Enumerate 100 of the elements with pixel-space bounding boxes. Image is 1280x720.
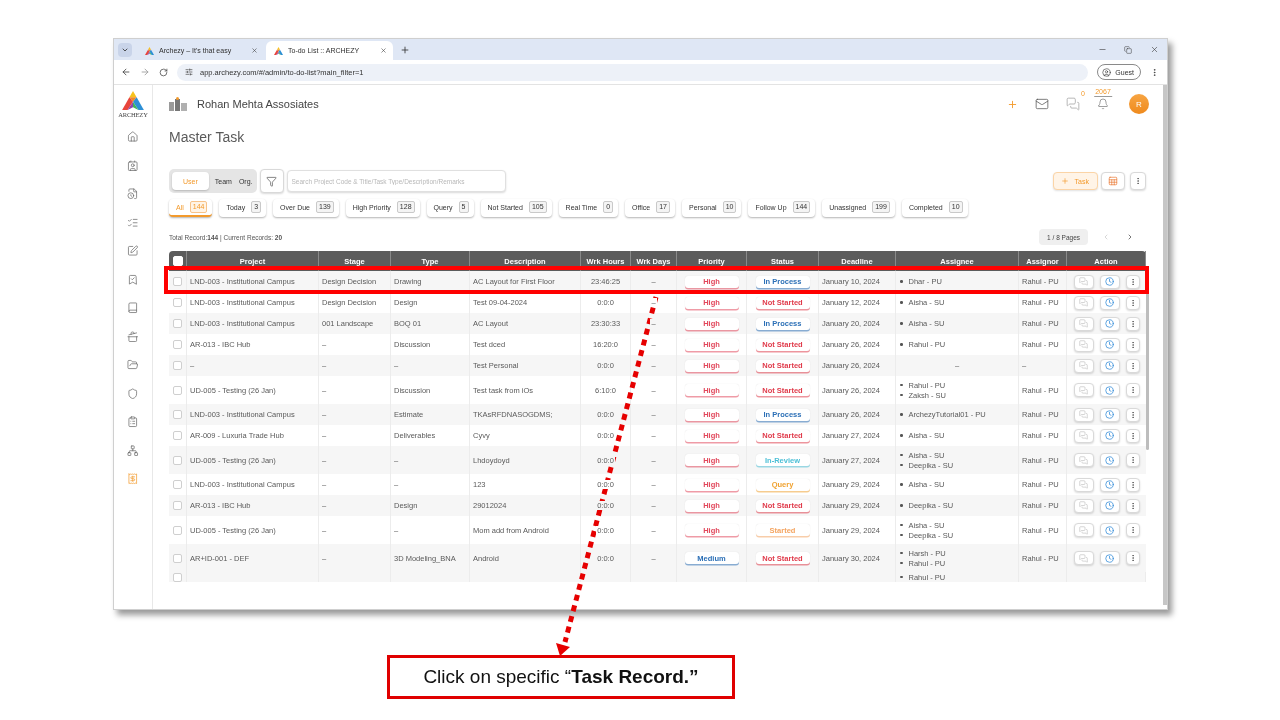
- row-checkbox[interactable]: [173, 501, 182, 510]
- comments-button[interactable]: [1073, 407, 1094, 422]
- more-button[interactable]: [1125, 274, 1140, 289]
- comments-button[interactable]: [1073, 477, 1094, 492]
- time-log-button[interactable]: [1099, 453, 1120, 467]
- bullet-icon: [900, 523, 903, 527]
- forward-icon[interactable]: [140, 67, 150, 77]
- chat-icon: [1079, 361, 1088, 370]
- row-checkbox[interactable]: [173, 455, 182, 465]
- time-log-button[interactable]: [1099, 358, 1120, 373]
- comments-button[interactable]: [1073, 337, 1094, 352]
- time-log-button[interactable]: [1099, 383, 1120, 397]
- comments-button[interactable]: [1073, 551, 1094, 565]
- comments-button[interactable]: [1073, 358, 1094, 373]
- comments-button[interactable]: [1073, 428, 1094, 443]
- row-checkbox[interactable]: [173, 480, 182, 489]
- comments-button[interactable]: [1073, 453, 1094, 467]
- shield-icon[interactable]: [127, 387, 139, 399]
- chat-icon[interactable]: [1066, 97, 1080, 111]
- chevron-down-icon: [121, 46, 129, 54]
- company-logo-icon: [169, 97, 187, 111]
- more-button[interactable]: [1125, 316, 1140, 331]
- more-button[interactable]: [1125, 428, 1140, 443]
- clock-icon: [1105, 431, 1114, 440]
- folder-icon[interactable]: [127, 359, 139, 371]
- bullet-icon: [900, 504, 903, 507]
- time-log-button[interactable]: [1099, 295, 1120, 310]
- row-checkbox[interactable]: [173, 298, 182, 307]
- row-checkbox[interactable]: [173, 319, 182, 328]
- filter-button[interactable]: [259, 169, 284, 193]
- pot-icon[interactable]: [127, 330, 139, 342]
- home-icon[interactable]: [127, 131, 139, 143]
- comments-button[interactable]: [1073, 274, 1094, 289]
- site-settings-icon[interactable]: [185, 68, 193, 76]
- new-tab-icon[interactable]: [400, 44, 410, 55]
- more-button[interactable]: [1125, 523, 1140, 537]
- time-log-button[interactable]: [1099, 551, 1120, 565]
- more-button[interactable]: [1125, 477, 1140, 492]
- comments-button[interactable]: [1073, 383, 1094, 397]
- time-log-button[interactable]: [1099, 428, 1120, 443]
- more-button[interactable]: [1125, 337, 1140, 352]
- time-log-button[interactable]: [1099, 407, 1120, 422]
- row-checkbox[interactable]: [173, 385, 182, 395]
- back-icon[interactable]: [121, 67, 131, 77]
- close-icon[interactable]: [1149, 45, 1159, 54]
- tab-list-button[interactable]: [118, 43, 132, 57]
- bullet-icon: [900, 322, 903, 325]
- add-icon[interactable]: [1007, 98, 1018, 110]
- row-checkbox[interactable]: [173, 525, 182, 535]
- reload-icon[interactable]: [159, 67, 168, 77]
- checklist-icon[interactable]: [127, 216, 139, 228]
- book-icon[interactable]: [127, 302, 139, 314]
- mail-icon[interactable]: [1035, 97, 1049, 111]
- row-checkbox[interactable]: [173, 431, 182, 440]
- comments-button[interactable]: [1073, 523, 1094, 537]
- next-page-icon[interactable]: [1126, 233, 1134, 241]
- more-button[interactable]: [1125, 383, 1140, 397]
- time-log-button[interactable]: [1099, 523, 1120, 537]
- table-view-button[interactable]: [1101, 172, 1125, 190]
- row-checkbox[interactable]: [173, 553, 182, 563]
- select-all-checkbox[interactable]: [172, 256, 183, 266]
- comments-button[interactable]: [1073, 316, 1094, 331]
- restore-icon[interactable]: [1124, 45, 1132, 54]
- row-checkbox[interactable]: [173, 340, 182, 349]
- chat-icon: [1079, 431, 1088, 440]
- bullet-icon: [900, 453, 903, 457]
- table-icon: [1108, 176, 1118, 186]
- menu-icon[interactable]: [1150, 67, 1159, 77]
- bullet-icon: [900, 551, 903, 555]
- comments-button[interactable]: [1073, 295, 1094, 310]
- bell-icon[interactable]: [1097, 98, 1109, 110]
- close-icon[interactable]: [380, 47, 387, 54]
- bookmark-icon[interactable]: [127, 273, 139, 285]
- more-button[interactable]: [1130, 172, 1146, 190]
- time-log-button[interactable]: [1099, 498, 1120, 513]
- network-icon[interactable]: [127, 444, 139, 456]
- row-checkbox[interactable]: [173, 573, 182, 582]
- comments-button[interactable]: [1073, 498, 1094, 513]
- more-button[interactable]: [1125, 295, 1140, 310]
- close-icon[interactable]: [251, 47, 258, 54]
- clipboard-icon[interactable]: [127, 416, 139, 428]
- row-checkbox[interactable]: [173, 277, 182, 286]
- more-button[interactable]: [1125, 453, 1140, 467]
- more-button[interactable]: [1125, 551, 1140, 565]
- bullet-icon: [900, 301, 903, 304]
- row-checkbox[interactable]: [173, 410, 182, 419]
- more-button[interactable]: [1125, 407, 1140, 422]
- time-log-button[interactable]: [1099, 337, 1120, 352]
- clock-icon: [1105, 480, 1114, 489]
- time-log-button[interactable]: [1099, 274, 1120, 289]
- row-checkbox[interactable]: [173, 361, 182, 370]
- more-button[interactable]: [1125, 358, 1140, 373]
- edit-icon[interactable]: [127, 245, 139, 257]
- contact-card-icon[interactable]: [127, 159, 139, 171]
- file-clock-icon[interactable]: [127, 188, 139, 200]
- time-log-button[interactable]: [1099, 477, 1120, 492]
- more-button[interactable]: [1125, 498, 1140, 513]
- receipt-icon[interactable]: [127, 473, 139, 485]
- time-log-button[interactable]: [1099, 316, 1120, 331]
- logo-icon: [122, 91, 144, 110]
